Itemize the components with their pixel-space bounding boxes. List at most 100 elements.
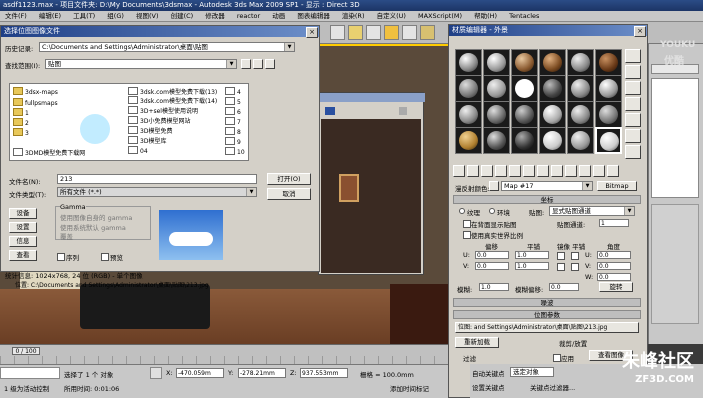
list-item[interactable]: 1 (13, 108, 29, 117)
coordinates-rollout[interactable]: 坐标 (453, 195, 641, 204)
list-item[interactable]: 6 (225, 107, 241, 116)
material-slot[interactable] (539, 49, 566, 76)
menu-group[interactable]: 组(G) (107, 12, 124, 20)
material-slot[interactable] (539, 127, 566, 154)
list-item[interactable]: 4 (225, 87, 241, 96)
file-list[interactable]: 3dsx-maps fullpsmaps 1 2 3 3DMD模型免费下载网 3… (9, 83, 249, 161)
u-tile-checkbox[interactable] (571, 252, 579, 260)
list-item[interactable]: 5 (225, 97, 241, 106)
info-button[interactable]: 信息 (9, 236, 37, 247)
show-map-icon[interactable] (565, 165, 577, 177)
modifier-stack[interactable] (651, 78, 699, 198)
material-slot-active[interactable] (595, 127, 622, 154)
v-offset-spinner[interactable]: 0.0 (475, 262, 509, 270)
new-folder-icon[interactable] (253, 59, 263, 69)
key-filters-button[interactable]: 关键点过滤器... (530, 382, 575, 392)
texture-radio[interactable] (459, 208, 465, 214)
list-item[interactable]: 2 (13, 118, 29, 127)
list-item[interactable]: 7 (225, 117, 241, 126)
material-slot[interactable] (567, 101, 594, 128)
menu-edit[interactable]: 编辑(E) (39, 12, 61, 20)
v-mirror-checkbox[interactable] (557, 263, 565, 271)
menu-maxscript[interactable]: MAXScript(M) (418, 12, 462, 20)
list-item[interactable]: fullpsmaps (13, 98, 58, 107)
list-item[interactable]: 3 (13, 128, 29, 137)
copy-material-icon[interactable] (509, 165, 521, 177)
u-mirror-checkbox[interactable] (557, 252, 565, 260)
u-angle-spinner[interactable]: 0.0 (597, 251, 631, 259)
preview-checkbox[interactable] (101, 253, 109, 261)
map-name-input[interactable]: Map #17 ▼ (501, 181, 593, 191)
menu-modifiers[interactable]: 修改器 (205, 12, 225, 20)
chevron-down-icon[interactable]: ▼ (246, 188, 256, 196)
list-item[interactable]: 3D模型库 (128, 136, 166, 145)
material-slot[interactable] (595, 75, 622, 102)
backlight-icon[interactable] (625, 65, 641, 79)
list-item[interactable]: 3dsk.com模型免费下载(14) (128, 96, 217, 105)
bitmap-params-rollout[interactable]: 位图参数 (453, 310, 641, 319)
maxscript-listener[interactable] (0, 367, 60, 379)
list-item[interactable]: 3DMD模型免费下载网 (13, 148, 85, 157)
noise-rollout[interactable]: 噪波 (453, 298, 641, 307)
x-coord[interactable]: -470.059m (176, 368, 224, 378)
menu-file[interactable]: 文件(F) (5, 12, 27, 20)
pick-icon[interactable] (489, 181, 499, 191)
material-slot[interactable] (539, 75, 566, 102)
material-slot[interactable] (455, 101, 482, 128)
menu-views[interactable]: 视图(V) (136, 12, 159, 20)
material-slot[interactable] (595, 101, 622, 128)
menu-create[interactable]: 创建(C) (171, 12, 194, 20)
scale-tool-icon[interactable] (384, 25, 399, 40)
devices-button[interactable]: 设备 (9, 208, 37, 219)
menu-customize[interactable]: 自定义(U) (377, 12, 406, 20)
chevron-down-icon[interactable]: ▼ (624, 207, 634, 215)
menu-animation[interactable]: 动画 (272, 12, 285, 20)
material-slot[interactable] (483, 127, 510, 154)
time-slider[interactable]: 0 / 100 (12, 347, 40, 355)
menu-tools[interactable]: 工具(T) (73, 12, 95, 20)
select-tool-icon[interactable] (330, 25, 345, 40)
menu-reactor[interactable]: reactor (237, 12, 260, 20)
open-button[interactable]: 打开(O) (267, 173, 311, 185)
history-combo[interactable]: C:\Documents and Settings\Administrator\… (39, 42, 295, 52)
rotate-button[interactable]: 旋转 (599, 282, 633, 292)
menu-help[interactable]: 帮助(H) (474, 12, 497, 20)
rotate-tool-icon[interactable] (366, 25, 381, 40)
cabinet-object[interactable] (390, 284, 450, 344)
material-slot[interactable] (483, 75, 510, 102)
material-slot[interactable] (567, 75, 594, 102)
gamma-option-image[interactable]: 使用图像自身的 gamma (60, 212, 132, 222)
cancel-button[interactable]: 取消 (267, 188, 311, 200)
material-slot[interactable] (483, 101, 510, 128)
lock-icon[interactable] (150, 367, 162, 379)
sequence-checkbox[interactable] (57, 253, 65, 261)
material-slot[interactable] (511, 49, 538, 76)
auto-key-button[interactable]: 自动关键点 (472, 368, 505, 378)
filetype-combo[interactable]: 所有文件 (*.*) ▼ (57, 187, 257, 197)
show-map-back-checkbox[interactable] (463, 220, 471, 228)
material-effects-icon[interactable] (551, 165, 563, 177)
apply-checkbox[interactable] (553, 354, 561, 362)
list-item[interactable]: 10 (225, 147, 245, 156)
view-button[interactable]: 查看 (9, 250, 37, 261)
filename-input[interactable]: 213 (57, 174, 257, 184)
v-tile-checkbox[interactable] (571, 263, 579, 271)
assign-to-selection-icon[interactable] (481, 165, 493, 177)
view-menu-icon[interactable] (265, 59, 275, 69)
blur-spinner[interactable]: 1.0 (479, 283, 509, 291)
uv-tiling-icon[interactable] (625, 97, 641, 111)
environ-radio[interactable] (489, 208, 495, 214)
list-item[interactable]: 3D模型免费 (128, 126, 172, 135)
show-end-result-icon[interactable] (579, 165, 591, 177)
list-item[interactable]: 9 (225, 137, 241, 146)
selected-object-combo[interactable]: 选定对象 (510, 367, 554, 377)
background-icon[interactable] (625, 81, 641, 95)
w-angle-spinner[interactable]: 0.0 (597, 273, 631, 281)
material-slot[interactable] (511, 101, 538, 128)
v-angle-spinner[interactable]: 0.0 (597, 262, 631, 270)
material-slot[interactable] (539, 101, 566, 128)
render-window[interactable] (318, 92, 425, 275)
up-folder-icon[interactable] (241, 59, 251, 69)
bitmap-path-button[interactable]: 位图: and Settings\Administrator\桌面\贴图\213… (455, 322, 639, 333)
close-icon[interactable]: × (306, 27, 318, 38)
